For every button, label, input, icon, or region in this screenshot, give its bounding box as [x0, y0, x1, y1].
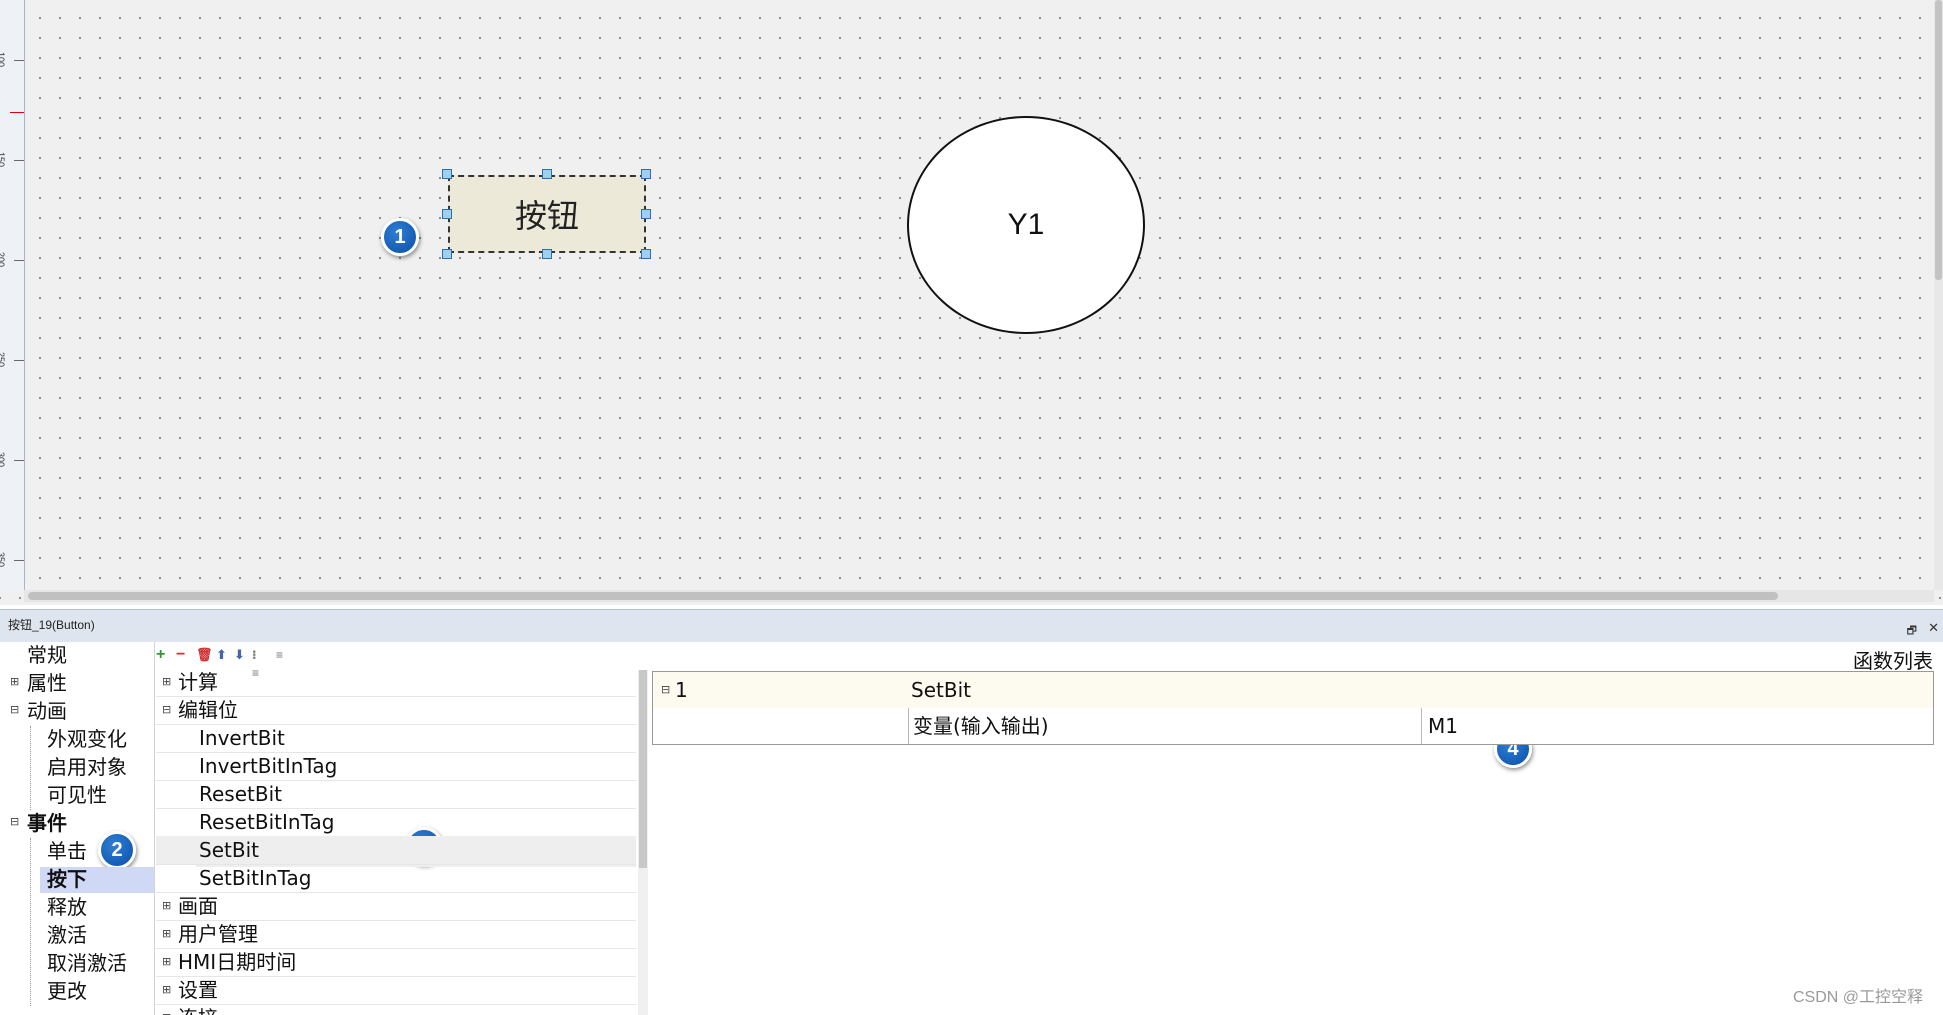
parameter-name: 变量(输入输出) [913, 714, 1049, 738]
function-index: 1 [675, 678, 688, 702]
nav-item-activate[interactable]: 激活 [47, 922, 87, 948]
remove-icon[interactable]: − [176, 646, 185, 664]
resize-handle[interactable] [641, 169, 651, 179]
nav-item-properties[interactable]: 属性 [27, 670, 67, 696]
resize-handle[interactable] [442, 249, 452, 259]
tree-item-setbit[interactable]: SetBit [156, 836, 636, 865]
expand-icon: ⊞ [162, 1004, 171, 1015]
nav-item-press[interactable]: 按下 [47, 866, 87, 892]
tree-group-calculation[interactable]: ⊞ 计算 [156, 668, 636, 697]
ruler-tick: 250 [0, 352, 6, 368]
parameter-value-field[interactable]: M1 [1428, 708, 1458, 744]
outdent-icon[interactable]: ≡ [276, 646, 283, 664]
vertical-ruler: 100 150 200 250 300 350 [0, 0, 25, 590]
nav-item-release[interactable]: 释放 [47, 894, 87, 920]
collapse-icon[interactable]: ⊟ [10, 703, 19, 716]
hmi-button-label: 按钮 [514, 197, 579, 235]
restore-window-icon[interactable]: 🗗 [1907, 622, 1917, 641]
tree-item-invertbit[interactable]: InvertBit [156, 724, 636, 753]
add-icon[interactable]: + [156, 646, 165, 664]
collapse-icon[interactable]: ⊟ [661, 672, 670, 708]
annotation-marker: 1 [381, 218, 419, 256]
tree-item-invertbitintag[interactable]: InvertBitInTag [156, 752, 636, 781]
ruler-tick: 300 [0, 452, 6, 468]
nav-item-visibility[interactable]: 可见性 [47, 782, 107, 808]
resize-handle[interactable] [442, 169, 452, 179]
function-row[interactable]: ⊟ 1 SetBit [653, 672, 1933, 709]
tree-group-edit-bits[interactable]: ⊟ 编辑位 [156, 696, 636, 725]
move-up-icon[interactable]: ⬆ [216, 646, 227, 664]
nav-item-click[interactable]: 单击 [47, 838, 87, 864]
tree-item-resetbit[interactable]: ResetBit [156, 780, 636, 809]
function-list-table: ⊟ 1 SetBit 变量(输入输出) M1 [652, 671, 1934, 745]
tree-group-screens[interactable]: ⊞ 画面 [156, 892, 636, 921]
nav-item-appearance[interactable]: 外观变化 [47, 726, 127, 752]
expand-icon: ⊞ [162, 927, 172, 940]
expand-icon[interactable]: ⊞ [10, 675, 19, 688]
nav-item-events[interactable]: 事件 [27, 810, 67, 836]
tree-group-connections[interactable]: ⊞ 连接 [156, 1004, 636, 1015]
resize-handle[interactable] [542, 249, 552, 259]
tree-group-hmi-datetime[interactable]: ⊞ HMI日期时间 [156, 948, 636, 977]
nav-item-animation[interactable]: 动画 [27, 698, 67, 724]
tree-item-resetbitintag[interactable]: ResetBitInTag [156, 808, 636, 837]
hmi-button-object[interactable]: 按钮 [448, 175, 646, 253]
resize-handle[interactable] [442, 209, 452, 219]
move-down-icon[interactable]: ⬇ [234, 646, 245, 664]
resize-handle[interactable] [641, 209, 651, 219]
function-tree: ⊞ 计算 ⊟ 编辑位 InvertBit InvertBitInTag Rese… [156, 668, 646, 1015]
resize-handle[interactable] [641, 249, 651, 259]
function-name[interactable]: SetBit [911, 672, 971, 708]
collapse-icon: ⊟ [162, 703, 172, 716]
delete-icon[interactable]: 🗑 [196, 646, 213, 664]
function-list-label: 函数列表 [1853, 649, 1933, 673]
event-category-nav: 常规 ⊞ 属性 ⊟ 动画 外观变化 启用对象 可见性 ⊟ 事件 单击 按下 释放… [10, 642, 155, 1015]
nav-item-enable-object[interactable]: 启用对象 [47, 754, 127, 780]
function-tree-scrollbar[interactable] [638, 670, 648, 1015]
tree-group-settings[interactable]: ⊞ 设置 [156, 976, 636, 1005]
resize-handle[interactable] [542, 169, 552, 179]
lamp-label: Y1 [1007, 208, 1045, 241]
nav-item-general[interactable]: 常规 [27, 642, 67, 668]
canvas-horizontal-scrollbar[interactable] [24, 590, 1934, 602]
ruler-tick: 150 [0, 152, 6, 168]
parameter-row[interactable]: 变量(输入输出) M1 [653, 708, 1933, 744]
ruler-tick: 350 [0, 552, 6, 568]
inspector-title: 按钮_19(Button) [8, 618, 95, 632]
canvas-vertical-scrollbar[interactable] [1934, 0, 1943, 590]
expand-icon: ⊞ [162, 983, 172, 996]
expand-icon: ⊞ [162, 955, 172, 968]
ruler-tick: 100 [0, 52, 6, 68]
ruler-tick: 200 [0, 252, 6, 268]
watermark: CSDN @工控空释 [1792, 989, 1923, 1006]
inspector-titlebar: 按钮_19(Button) 🗗 ✕ [0, 609, 1943, 642]
indicator-lamp-circle[interactable]: Y1 [907, 116, 1145, 334]
nav-item-deactivate[interactable]: 取消激活 [47, 950, 127, 976]
expand-icon: ⊞ [162, 899, 172, 912]
close-icon[interactable]: ✕ [1928, 620, 1939, 636]
nav-item-change[interactable]: 更改 [47, 978, 87, 1004]
tree-item-setbitintag[interactable]: SetBitInTag [156, 864, 636, 893]
expand-icon: ⊞ [162, 675, 172, 688]
collapse-icon[interactable]: ⊟ [10, 815, 19, 828]
tree-group-user-management[interactable]: ⊞ 用户管理 [156, 920, 636, 949]
